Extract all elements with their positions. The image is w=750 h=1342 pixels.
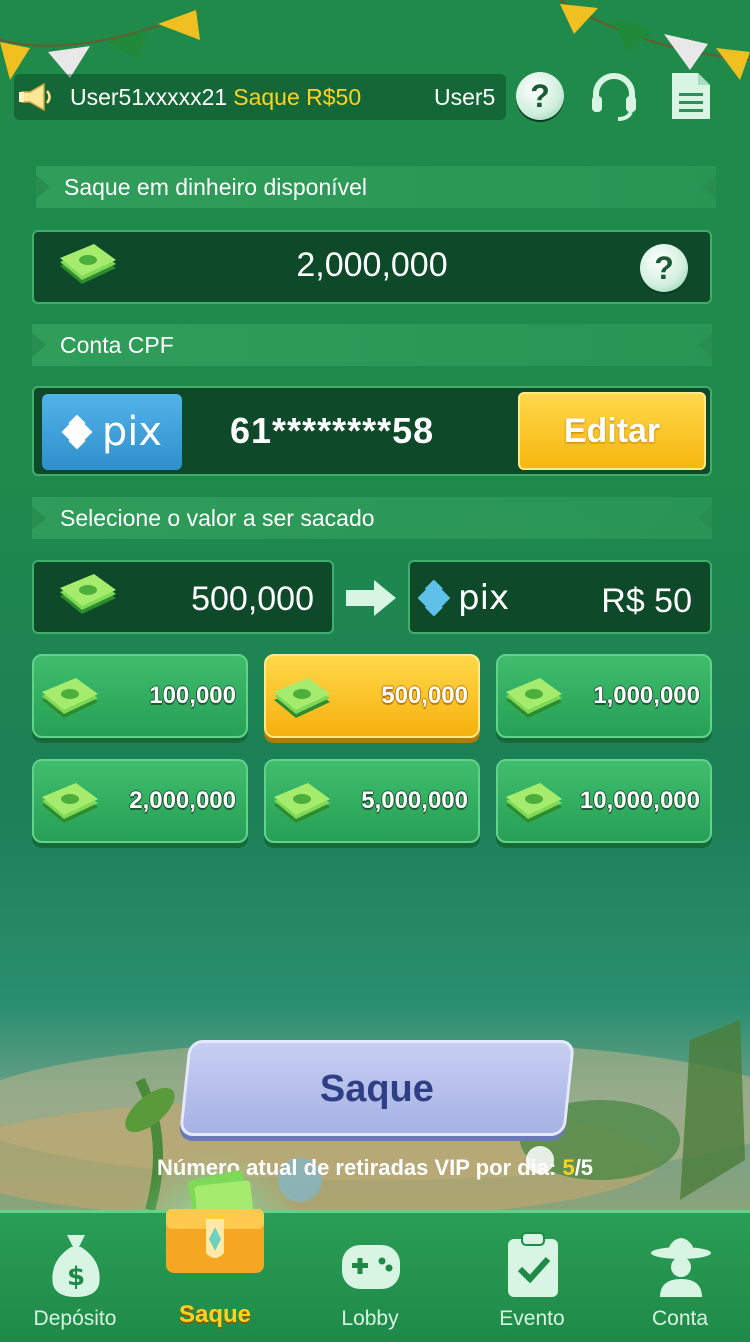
amount-option-button[interactable]: 2,000,000 [32,759,248,843]
payout-panel: pix R$ 50 [408,560,712,634]
user-sombrero-icon [651,1238,711,1297]
amount-option-label: 100,000 [149,682,236,709]
account-section-header: Conta CPF [32,324,712,366]
amount-option-label: 10,000,000 [579,787,700,814]
amount-option-label: 5,000,000 [361,787,468,814]
pix-label: pix [101,409,163,455]
money-bag-icon: $ [52,1235,100,1297]
account-panel: pix 61********58 Editar [32,386,712,476]
amount-option-button[interactable]: 500,000 [264,654,480,738]
account-section-title: Conta CPF [60,331,174,358]
vip-max: /5 [574,1155,594,1180]
amount-option-label: 2,000,000 [129,787,236,814]
vip-withdrawals-text: Número atual de retiradas VIP por dia: 5… [0,1155,750,1181]
amount-option-button[interactable]: 1,000,000 [496,654,712,738]
nav-saque[interactable]: Saque [140,1170,290,1342]
marquee-amount: Saque R$50 [233,83,362,110]
question-icon: ? [516,72,564,120]
nav-lobby[interactable]: Lobby [295,1213,445,1342]
nav-evento[interactable]: Evento [457,1213,607,1342]
cpf-value: 61********58 [230,410,435,451]
edit-button[interactable]: Editar [518,392,706,470]
balance-help-icon[interactable]: ? [640,244,688,292]
balance-value: 2,000,000 [296,246,448,284]
vip-current: 5 [562,1155,575,1180]
svg-text:$: $ [67,1262,85,1292]
gamepad-icon [342,1245,400,1289]
selected-amount-panel: 500,000 [32,560,334,634]
marquee-next-user: User5 [434,83,496,110]
balance-section-header: Saque em dinheiro disponível [36,166,716,208]
cash-stack-icon [60,574,116,614]
cash-stack-icon [274,783,330,823]
help-button[interactable]: ? [514,70,566,122]
pix-logo: pix [42,394,182,470]
nav-label: Saque [178,1301,252,1328]
marquee-text: User51xxxxx21 Saque R$50 [70,84,361,111]
pix-small-logo: pix [418,578,509,618]
nav-label: Conta [651,1307,709,1330]
nav-label: Lobby [341,1307,399,1330]
selected-amount-value: 500,000 [191,580,314,618]
amount-option-label: 500,000 [381,682,468,709]
marquee-user: User51xxxxx21 [70,83,228,110]
cash-stack-icon [506,783,562,823]
balance-panel: 2,000,000 ? [32,230,712,304]
document-icon [672,73,710,119]
nav-deposito[interactable]: $ Depósito [0,1213,150,1342]
cash-stack-icon [42,783,98,823]
nav-label: Evento [499,1307,565,1330]
arrow-right-icon [346,580,396,616]
saque-button[interactable]: Saque [178,1040,576,1136]
clipboard-check-icon [508,1232,558,1297]
support-button[interactable] [588,70,640,122]
pix-diamond-icon [418,580,451,616]
pix-small-label: pix [458,578,510,618]
amount-option-button[interactable]: 5,000,000 [264,759,480,843]
amount-option-label: 1,000,000 [593,682,700,709]
cash-stack-icon [506,678,562,718]
payout-reais-value: R$ 50 [601,582,692,620]
wallet-icon [166,1170,264,1273]
amount-option-button[interactable]: 100,000 [32,654,248,738]
announcement-marquee: User51xxxxx21 Saque R$50 User5 [14,74,506,120]
megaphone-icon [16,77,56,117]
amount-section-title: Selecione o valor a ser sacado [60,504,375,531]
cash-stack-icon [274,678,330,718]
nav-conta[interactable]: Conta [605,1213,750,1342]
nav-label: Depósito [33,1307,117,1330]
records-button[interactable] [664,70,716,122]
amount-section-header: Selecione o valor a ser sacado [32,497,712,539]
cash-stack-icon [42,678,98,718]
amount-option-button[interactable]: 10,000,000 [496,759,712,843]
saque-button-label: Saque [319,1068,434,1110]
headset-icon [592,73,636,121]
balance-section-title: Saque em dinheiro disponível [64,173,368,200]
bottom-nav: $ Depósito Saque Lobby Evento Conta [0,1170,750,1342]
pix-diamond-icon [61,415,93,449]
